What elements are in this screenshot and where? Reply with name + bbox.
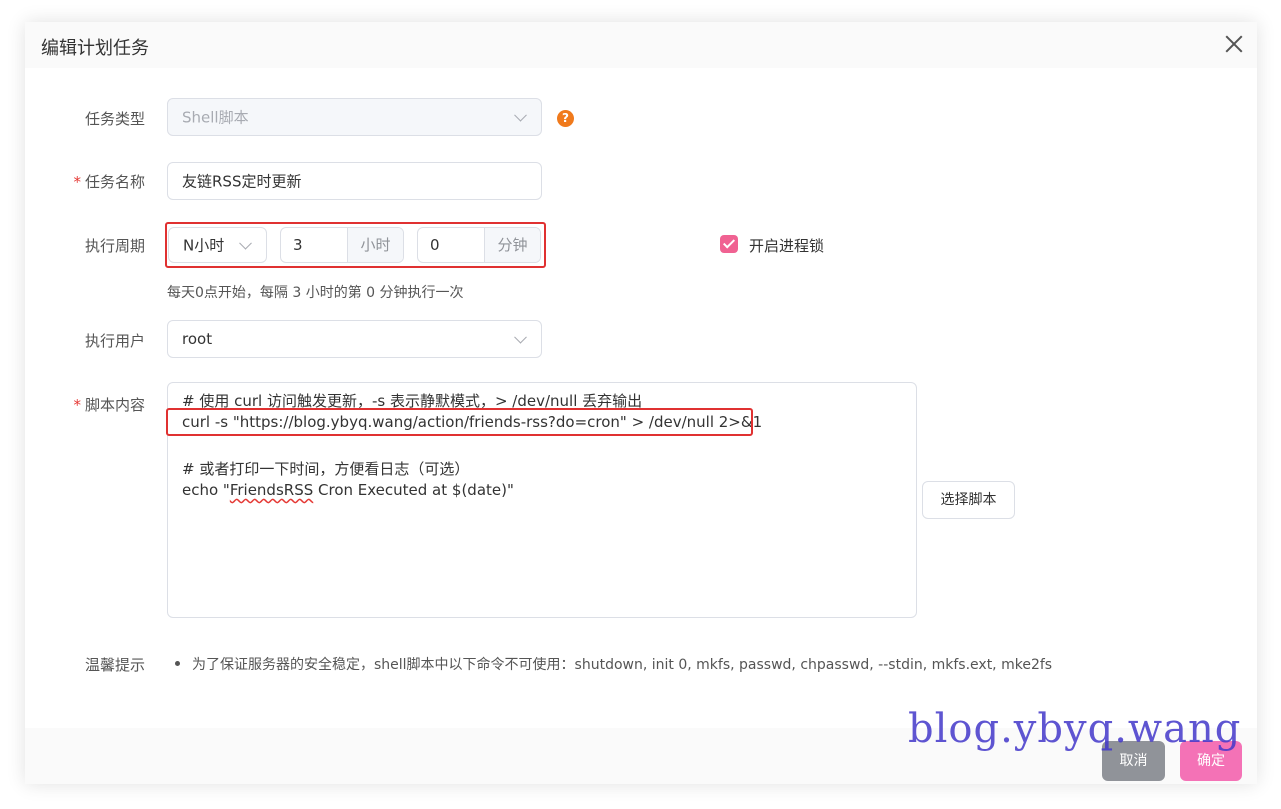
minutes-unit: 分钟 [484, 228, 540, 262]
hours-input[interactable]: 3 小时 [280, 227, 404, 263]
watermark: blog.ybyq.wang [908, 706, 1242, 752]
choose-script-button[interactable]: 选择脚本 [922, 481, 1015, 519]
script-line-echo: echo "FriendsRSS Cron Executed at $(date… [182, 481, 514, 499]
dialog-title: 编辑计划任务 [41, 38, 149, 59]
task-type-select: Shell脚本 [167, 98, 542, 136]
period-select[interactable]: N小时 [168, 227, 267, 263]
run-user-value: root [182, 330, 213, 348]
edit-scheduled-task-dialog: 编辑计划任务 任务类型 Shell脚本 ? * 任务名称 友链RSS定时更新 执行… [25, 22, 1257, 784]
task-name-label: * 任务名称 [73, 173, 145, 191]
process-lock-label: 开启进程锁 [749, 237, 825, 255]
script-label: * 脚本内容 [73, 396, 145, 414]
tip-bullet [175, 661, 180, 666]
tips-text: 为了保证服务器的安全稳定，shell脚本中以下命令不可使用：shutdown, … [192, 657, 1053, 673]
script-line-comment2: # 或者打印一下时间，方便看日志（可选） [182, 460, 470, 478]
hours-unit: 小时 [347, 228, 403, 262]
schedule-label: 执行周期 [84, 237, 145, 255]
task-type-label: 任务类型 [84, 110, 145, 128]
minutes-input[interactable]: 0 分钟 [417, 227, 541, 263]
task-name-value: 友链RSS定时更新 [182, 172, 302, 191]
close-icon[interactable] [1223, 33, 1245, 55]
chevron-down-icon [514, 108, 527, 122]
chevron-down-icon [239, 236, 252, 250]
minutes-value: 0 [430, 236, 440, 254]
help-icon[interactable]: ? [557, 110, 574, 127]
tips-label: 温馨提示 [84, 656, 145, 674]
task-name-input[interactable]: 友链RSS定时更新 [167, 162, 542, 200]
process-lock-checkbox[interactable] [720, 235, 738, 253]
hours-value: 3 [293, 236, 303, 254]
curl-highlight-box [166, 408, 753, 436]
chevron-down-icon [514, 330, 527, 344]
task-type-value: Shell脚本 [182, 108, 249, 127]
schedule-summary: 每天0点开始，每隔 3 小时的第 0 分钟执行一次 [167, 285, 464, 301]
run-user-select[interactable]: root [167, 320, 542, 358]
period-value: N小时 [183, 236, 225, 255]
dialog-header: 编辑计划任务 [25, 22, 1257, 68]
run-user-label: 执行用户 [84, 332, 145, 350]
